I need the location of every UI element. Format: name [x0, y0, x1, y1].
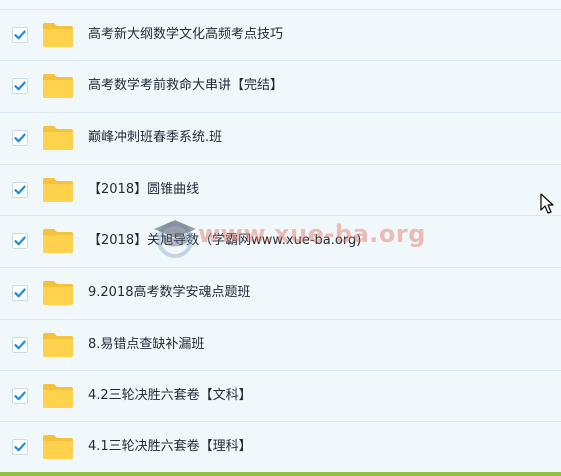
check-icon	[14, 236, 26, 246]
file-name[interactable]: 4.2三轮决胜六套卷【文科】	[88, 386, 252, 406]
file-name[interactable]: 【2018】圆锥曲线	[88, 180, 199, 200]
row-checkbox[interactable]	[12, 285, 28, 301]
file-name[interactable]: 高考新大纲数学文化高频考点技巧	[88, 25, 283, 45]
folder-icon	[43, 435, 73, 459]
file-row[interactable]: 4.1三轮决胜六套卷【理科】	[0, 421, 561, 472]
check-icon	[14, 442, 26, 452]
file-name[interactable]: 巅峰冲刺班春季系统.班	[88, 128, 222, 148]
file-row[interactable]: 【2018】关旭导数（学霸网www.xue-ba.org)	[0, 215, 561, 266]
mouse-cursor-icon	[540, 193, 554, 214]
row-checkbox[interactable]	[12, 439, 28, 455]
check-icon	[14, 185, 26, 195]
bottom-accent-bar	[0, 472, 561, 476]
check-icon	[14, 30, 26, 40]
folder-icon	[43, 281, 73, 305]
folder-icon	[43, 333, 73, 357]
row-checkbox[interactable]	[12, 27, 28, 43]
folder-icon	[43, 384, 73, 408]
file-row[interactable]: 高考数学考前救命大串讲【完结】	[0, 60, 561, 111]
folder-icon	[43, 229, 73, 253]
file-name[interactable]: 8.易错点查缺补漏班	[88, 335, 204, 355]
file-name[interactable]: 9.2018高考数学安魂点题班	[88, 283, 251, 303]
file-list: 高考新大纲数学文化高频考点技巧 高考数学考前救命大串讲【完结】 巅峰冲刺班春季系…	[0, 0, 561, 476]
check-icon	[14, 133, 26, 143]
file-row[interactable]: 【2018】圆锥曲线	[0, 164, 561, 215]
row-checkbox[interactable]	[12, 182, 28, 198]
folder-icon	[43, 23, 73, 47]
file-row[interactable]: 4.2三轮决胜六套卷【文科】	[0, 370, 561, 421]
file-row[interactable]: 巅峰冲刺班春季系统.班	[0, 112, 561, 163]
check-icon	[14, 288, 26, 298]
file-name[interactable]: 4.1三轮决胜六套卷【理科】	[88, 437, 252, 457]
folder-icon	[43, 74, 73, 98]
check-icon	[14, 340, 26, 350]
file-row[interactable]: 高考新大纲数学文化高频考点技巧	[0, 9, 561, 60]
check-icon	[14, 81, 26, 91]
check-icon	[14, 391, 26, 401]
file-row[interactable]: 9.2018高考数学安魂点题班	[0, 267, 561, 318]
file-name[interactable]: 【2018】关旭导数（学霸网www.xue-ba.org)	[88, 231, 361, 251]
row-checkbox[interactable]	[12, 337, 28, 353]
file-name[interactable]: 高考数学考前救命大串讲【完结】	[88, 76, 283, 96]
row-checkbox[interactable]	[12, 78, 28, 94]
file-row[interactable]: 8.易错点查缺补漏班	[0, 319, 561, 370]
folder-icon	[43, 178, 73, 202]
row-checkbox[interactable]	[12, 388, 28, 404]
folder-icon	[43, 126, 73, 150]
row-checkbox[interactable]	[12, 130, 28, 146]
row-checkbox[interactable]	[12, 233, 28, 249]
